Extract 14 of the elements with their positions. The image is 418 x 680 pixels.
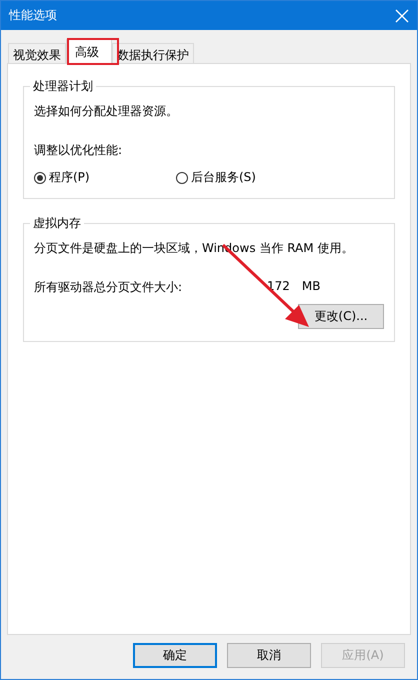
- dialog-button[interactable]: 确定: [133, 643, 217, 668]
- size-unit: MB: [302, 279, 320, 295]
- change-button[interactable]: 更改(C)...: [298, 304, 384, 329]
- tab[interactable]: 视觉效果: [8, 43, 66, 63]
- radio-label[interactable]: 后台服务(S): [191, 169, 256, 186]
- prompt-text: 调整以优化性能:: [34, 142, 124, 159]
- tab[interactable]: 高级: [66, 39, 112, 63]
- radio-label[interactable]: 程序(P): [49, 169, 90, 186]
- group-title: 虚拟内存: [30, 215, 84, 232]
- window-title: 性能选项: [9, 7, 57, 24]
- size-label: 所有驱动器总分页文件大小:: [34, 279, 184, 296]
- description-text: 选择如何分配处理器资源。: [34, 103, 179, 120]
- group-title: 处理器计划: [30, 78, 96, 95]
- dialog-button[interactable]: 取消: [227, 643, 311, 668]
